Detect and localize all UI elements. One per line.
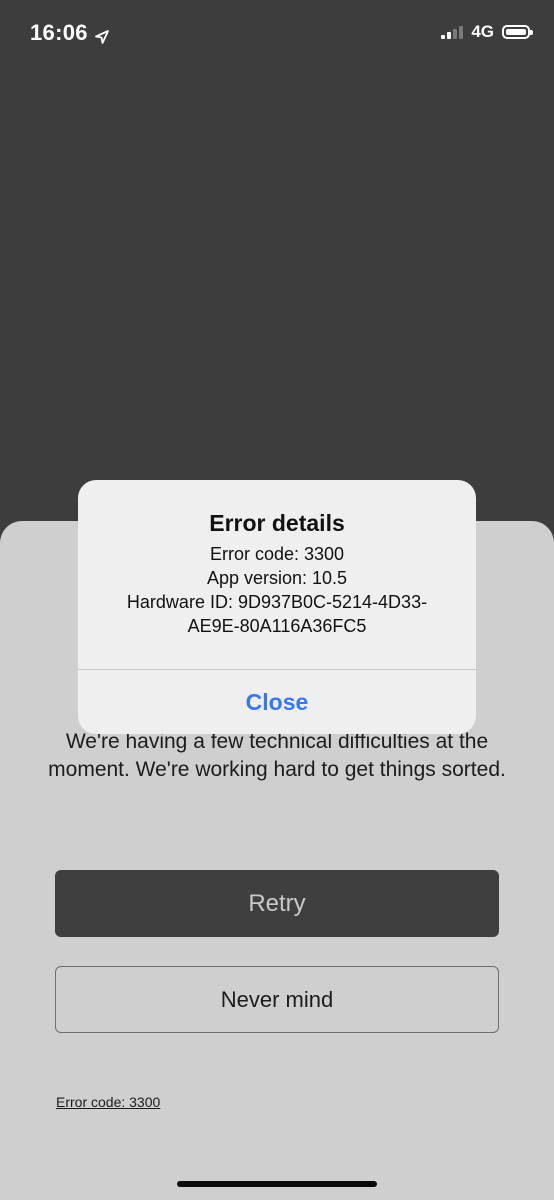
error-details-alert: Error details Error code: 3300 App versi… bbox=[78, 480, 476, 734]
battery-icon bbox=[502, 25, 533, 39]
close-button[interactable]: Close bbox=[78, 670, 476, 734]
alert-hardware-id-cont: AE9E-80A116A36FC5 bbox=[187, 616, 367, 636]
error-message: We're having a few technical difficultie… bbox=[48, 730, 506, 781]
status-time: 16:06 bbox=[30, 20, 110, 46]
alert-content: Error details Error code: 3300 App versi… bbox=[78, 480, 476, 669]
never-mind-button[interactable]: Never mind bbox=[55, 966, 499, 1033]
network-label: 4G bbox=[471, 22, 494, 41]
location-arrow-icon bbox=[94, 25, 110, 44]
alert-app-version: App version: 10.5 bbox=[206, 568, 348, 588]
alert-title: Error details bbox=[209, 510, 345, 536]
signal-icon bbox=[441, 25, 464, 39]
status-time-label: 16:06 bbox=[30, 20, 88, 45]
status-indicators: 4G bbox=[441, 22, 533, 42]
home-indicator[interactable] bbox=[177, 1181, 377, 1187]
alert-error-code: Error code: 3300 bbox=[209, 544, 345, 564]
retry-button[interactable]: Retry bbox=[55, 870, 499, 937]
alert-hardware-id: Hardware ID: 9D937B0C-5214-4D33- bbox=[126, 592, 428, 612]
error-code-link[interactable]: Error code: 3300 bbox=[56, 1094, 160, 1110]
status-bar: 16:06 4G bbox=[0, 0, 554, 70]
